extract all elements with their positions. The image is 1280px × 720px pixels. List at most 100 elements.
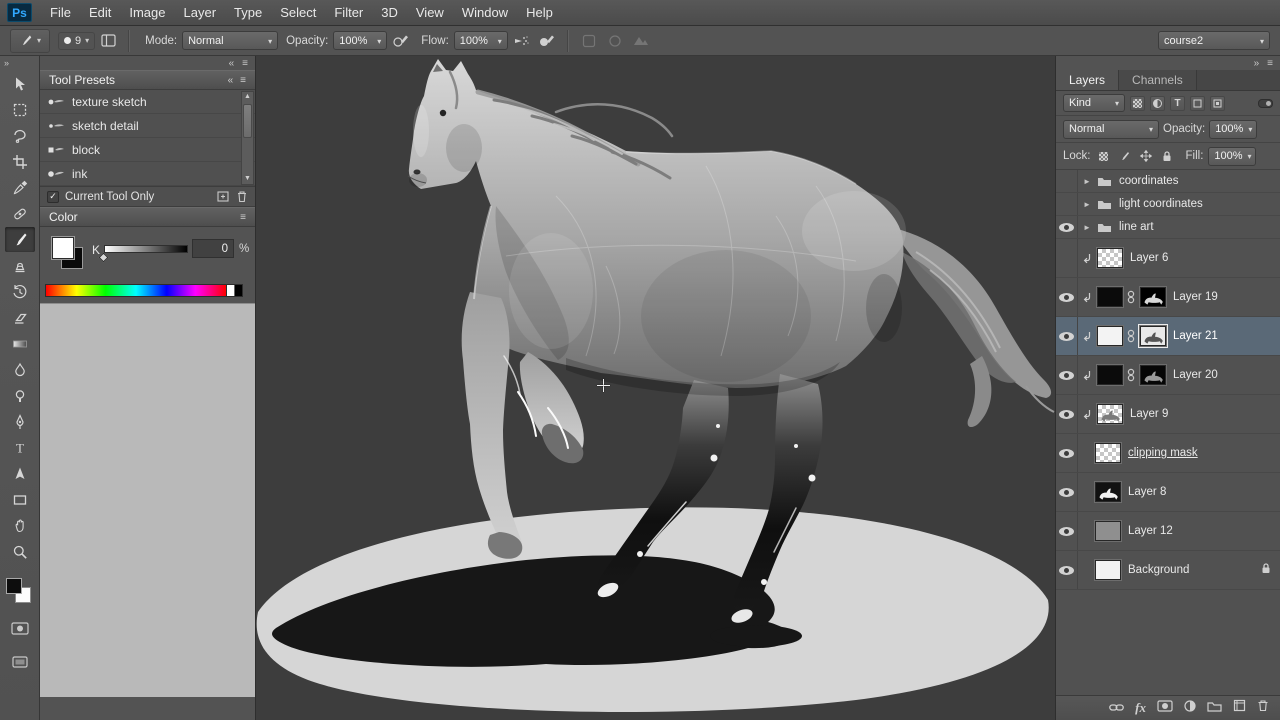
layer-row-light-coordinates[interactable]: light coordinates (1056, 193, 1280, 216)
zoom-tool[interactable] (5, 539, 35, 564)
filter-type-layers-icon[interactable]: T (1170, 95, 1185, 111)
layer-name[interactable]: Layer 6 (1130, 252, 1168, 264)
layer-thumbnail[interactable] (1096, 364, 1124, 386)
panel-menu-icon[interactable] (242, 58, 248, 69)
pressure-opacity-button[interactable] (390, 31, 410, 51)
healing-brush-tool[interactable] (5, 201, 35, 226)
layer-thumbnail[interactable] (1096, 325, 1124, 347)
visibility-toggle[interactable] (1056, 193, 1078, 215)
panel-menu-icon[interactable] (240, 75, 246, 86)
filter-pixel-layers-icon[interactable] (1130, 95, 1145, 111)
menu-item-help[interactable]: Help (517, 0, 562, 26)
k-channel-slider[interactable] (104, 245, 188, 253)
delete-layer-button[interactable] (1257, 699, 1269, 717)
menu-item-edit[interactable]: Edit (80, 0, 120, 26)
layer-mask-thumbnail[interactable] (1139, 364, 1167, 386)
path-selection-tool[interactable] (5, 461, 35, 486)
brush-tool[interactable] (4, 227, 35, 252)
visibility-toggle[interactable] (1056, 356, 1078, 394)
layer-row-coordinates[interactable]: coordinates (1056, 170, 1280, 193)
lasso-tool[interactable] (5, 123, 35, 148)
add-layer-mask-button[interactable] (1157, 699, 1173, 717)
toolbar-collapse-icon[interactable] (4, 58, 9, 68)
gradient-tool[interactable] (5, 331, 35, 356)
filter-toggle-switch[interactable] (1258, 98, 1273, 108)
group-expand-icon[interactable] (1080, 223, 1094, 232)
menu-item-window[interactable]: Window (453, 0, 517, 26)
dock-collapse-icon[interactable] (1254, 58, 1260, 69)
layer-thumbnail[interactable] (1094, 442, 1122, 464)
layer-row-layer-20[interactable]: Layer 20 (1056, 356, 1280, 395)
visibility-toggle[interactable] (1056, 434, 1078, 472)
layer-name[interactable]: Layer 19 (1173, 291, 1218, 303)
layer-name[interactable]: light coordinates (1119, 198, 1203, 210)
quick-mask-button[interactable] (5, 617, 35, 639)
panel-menu-icon[interactable] (1267, 58, 1273, 69)
opacity-dropdown[interactable]: 100% (333, 31, 388, 50)
layer-name[interactable]: clipping mask (1128, 447, 1198, 459)
lock-position-icon[interactable] (1138, 148, 1154, 164)
layer-blend-mode-dropdown[interactable]: Normal (1063, 119, 1159, 139)
visibility-toggle[interactable] (1056, 216, 1078, 238)
eyedropper-tool[interactable] (5, 175, 35, 200)
panel-collapse-icon[interactable] (229, 58, 235, 69)
foreground-color-swatch[interactable] (6, 578, 22, 594)
dodge-tool[interactable] (5, 383, 35, 408)
preset-sketch-detail[interactable]: sketch detail (40, 114, 255, 138)
menu-item-layer[interactable]: Layer (175, 0, 226, 26)
hand-tool[interactable] (5, 513, 35, 538)
toggle-brush-panel-button[interactable] (98, 31, 118, 51)
k-slider-thumb[interactable] (98, 252, 109, 263)
foreground-color-swatch[interactable] (51, 236, 75, 260)
layer-thumbnail[interactable] (1094, 520, 1122, 542)
menu-item-view[interactable]: View (407, 0, 453, 26)
screen-mode-button[interactable] (5, 651, 35, 673)
visibility-toggle[interactable] (1056, 317, 1078, 355)
layer-name[interactable]: Layer 9 (1130, 408, 1168, 420)
scroll-up-arrow[interactable]: ▲ (242, 92, 253, 102)
link-layers-button[interactable] (1109, 699, 1125, 717)
lock-transparency-icon[interactable] (1096, 148, 1112, 164)
type-tool[interactable]: T (5, 435, 35, 460)
layer-thumbnail[interactable] (1094, 559, 1122, 581)
filter-adjustment-layers-icon[interactable] (1150, 95, 1165, 111)
visibility-toggle[interactable] (1056, 170, 1078, 192)
airbrush-toggle-button[interactable] (511, 31, 531, 51)
layer-row-line-art[interactable]: line art (1056, 216, 1280, 239)
tab-layers[interactable]: Layers (1056, 70, 1120, 90)
eraser-tool[interactable] (5, 305, 35, 330)
menu-item-file[interactable]: File (41, 0, 80, 26)
layer-name[interactable]: Layer 21 (1173, 330, 1218, 342)
move-tool[interactable] (5, 71, 35, 96)
layer-row-layer-9[interactable]: Layer 9 (1056, 395, 1280, 434)
filter-kind-dropdown[interactable]: Kind (1063, 94, 1125, 112)
visibility-toggle[interactable] (1056, 278, 1078, 316)
layer-name[interactable]: line art (1119, 221, 1154, 233)
filter-smart-objects-icon[interactable] (1210, 95, 1225, 111)
marquee-tool[interactable] (5, 97, 35, 122)
spectrum-gradient[interactable] (46, 285, 226, 296)
layer-name[interactable]: Layer 20 (1173, 369, 1218, 381)
pen-tool[interactable] (5, 409, 35, 434)
layer-row-layer-6[interactable]: Layer 6 (1056, 239, 1280, 278)
lock-all-icon[interactable] (1159, 148, 1175, 164)
layer-thumbnail[interactable] (1094, 481, 1122, 503)
layer-name[interactable]: Background (1128, 564, 1189, 576)
color-spectrum-ramp[interactable] (45, 284, 243, 297)
panel-menu-icon[interactable] (240, 212, 246, 223)
panel-collapse-icon[interactable] (228, 75, 234, 86)
layer-row-layer-19[interactable]: Layer 19 (1056, 278, 1280, 317)
layer-fill-dropdown[interactable]: 100% (1208, 146, 1257, 166)
layer-row-layer-12[interactable]: Layer 12 (1056, 512, 1280, 551)
new-preset-icon[interactable] (216, 190, 230, 203)
k-value-field[interactable]: 0 (192, 239, 234, 258)
menu-item-select[interactable]: Select (271, 0, 325, 26)
visibility-toggle[interactable] (1056, 395, 1078, 433)
brush-size-picker[interactable]: 9 (58, 31, 96, 50)
white-cap[interactable] (226, 285, 234, 296)
blend-mode-dropdown[interactable]: Normal (182, 31, 279, 50)
preset-block[interactable]: block (40, 138, 255, 162)
blur-tool[interactable] (5, 357, 35, 382)
shape-tool[interactable] (5, 487, 35, 512)
layer-opacity-dropdown[interactable]: 100% (1209, 119, 1258, 139)
